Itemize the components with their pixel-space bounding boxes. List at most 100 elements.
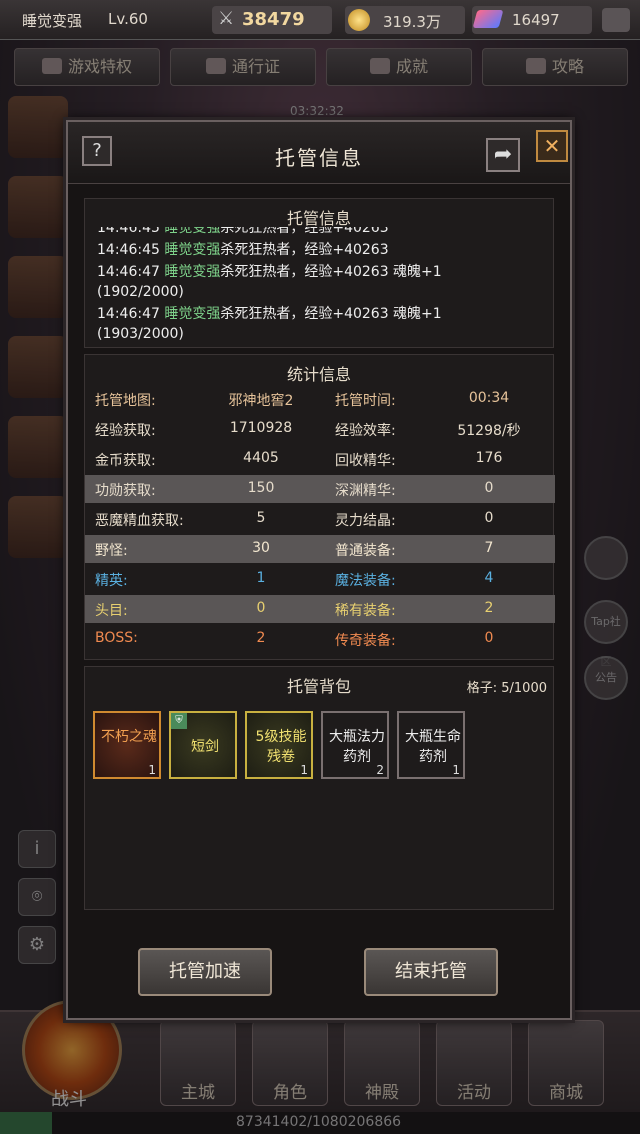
top-bar: 睡觉变强 Lv.60 ⚔ 38479 319.3万 16497 xyxy=(0,0,640,40)
stats-right-value: 51298/秒 xyxy=(457,423,521,439)
shield-icon: ⛨ xyxy=(171,713,187,729)
log-player-name: 睡觉变强 xyxy=(164,242,221,258)
stats-right-value: 2 xyxy=(484,600,494,616)
stats-left-value: 邪神地窖2 xyxy=(228,393,294,409)
close-button[interactable]: ✕ xyxy=(536,130,568,162)
power-display: ⚔ 38479 xyxy=(212,6,332,34)
bag-item-name: 不朽之魂 xyxy=(101,729,157,745)
bag-panel: 托管背包 格子: 5/1000 不朽之魂 1 ⛨ 短剑 5级技能残卷 1 大瓶法力药剂 2 大瓶… xyxy=(84,666,554,910)
bag-item-count: 1 xyxy=(300,763,308,777)
log-time: 14:46:45 xyxy=(97,242,160,258)
log-time: 14:46:47 xyxy=(97,264,160,280)
gold-coin-icon xyxy=(348,9,370,31)
stats-right-label: 普通装备: xyxy=(335,543,396,559)
stats-left-label: 金币获取: xyxy=(95,453,156,469)
log-text: 杀死狂热者，经验+40263 xyxy=(220,242,389,258)
stats-left-label: BOSS: xyxy=(95,630,138,646)
log-text: 杀死狂热者，经验+40263 魂魄+1 xyxy=(220,264,442,280)
bag-item-slot[interactable]: 5级技能残卷 1 xyxy=(245,711,313,779)
gem-icon xyxy=(472,10,504,28)
stats-right-value: 4 xyxy=(484,570,494,586)
stats-right-value: 0 xyxy=(484,480,494,496)
stats-panel: 统计信息 托管地图: 邪神地窖2 托管时间: 00:34 经验获取: 1710928 经验效… xyxy=(84,354,555,660)
stats-left-value: 0 xyxy=(256,600,266,616)
mail-icon[interactable] xyxy=(602,8,630,32)
stats-right-value: 00:34 xyxy=(468,390,510,406)
stats-right-value: 7 xyxy=(484,540,494,556)
bag-item-count: 2 xyxy=(376,763,384,777)
accelerate-button[interactable]: 托管加速 xyxy=(138,948,272,996)
bag-item-name: 短剑 xyxy=(191,739,219,755)
player-level: Lv.60 xyxy=(108,10,148,28)
stats-left-label: 恶魔精血获取: xyxy=(95,513,184,529)
bag-item-name: 5级技能残卷 xyxy=(255,729,307,765)
share-icon[interactable]: ➦ xyxy=(486,138,520,172)
log-entry: 14:46:47 睡觉变强杀死狂热者，经验+40263 魂魄+1 xyxy=(97,304,442,324)
gem-display[interactable]: 16497 xyxy=(472,6,592,34)
stats-left-label: 功勋获取: xyxy=(95,483,156,499)
stats-right-value: 176 xyxy=(475,450,503,466)
log-player-name: 睡觉变强 xyxy=(164,264,221,280)
log-text: 杀死狂热者，经验+40263 xyxy=(220,227,389,236)
player-name[interactable]: 睡觉变强 xyxy=(22,10,82,31)
stats-right-label: 魔法装备: xyxy=(335,573,396,589)
stats-left-value: 4405 xyxy=(243,450,279,466)
gold-value: 319.3万 xyxy=(383,13,441,31)
bag-item-slot[interactable]: 大瓶法力药剂 2 xyxy=(321,711,389,779)
stats-left-value: 150 xyxy=(247,480,275,496)
end-auto-button[interactable]: 结束托管 xyxy=(364,948,498,996)
stats-row: 头目: 0 稀有装备: 2 xyxy=(85,595,555,623)
stats-left-value: 2 xyxy=(256,630,266,646)
log-extra: (1903/2000) xyxy=(97,326,184,342)
log-entry: 14:46:45 睡觉变强杀死狂热者，经验+40263 xyxy=(97,227,389,238)
stats-row: 经验获取: 1710928 经验效率: 51298/秒 xyxy=(85,415,555,443)
bag-item-count: 1 xyxy=(148,763,156,777)
stats-right-label: 托管时间: xyxy=(335,393,396,409)
log-player-name: 睡觉变强 xyxy=(164,227,221,236)
stats-left-label: 精英: xyxy=(95,573,128,589)
stats-left-value: 5 xyxy=(256,510,266,526)
modal-header: ? 托管信息 ➦ ✕ xyxy=(68,122,570,184)
stats-right-label: 稀有装备: xyxy=(335,603,396,619)
stats-right-label: 深渊精华: xyxy=(335,483,396,499)
stats-row: 功勋获取: 150 深渊精华: 0 xyxy=(85,475,555,503)
log-time: 14:46:45 xyxy=(97,227,160,236)
battle-log[interactable]: 14:46:45 睡觉变强杀死狂热者，经验+40263 14:46:45 睡觉变强… xyxy=(97,227,547,347)
gold-display[interactable]: 319.3万 xyxy=(345,6,465,34)
bag-item-slot[interactable]: ⛨ 短剑 xyxy=(169,711,237,779)
log-player-name: 睡觉变强 xyxy=(164,306,221,322)
power-value: 38479 xyxy=(242,9,305,30)
bag-item-slot[interactable]: 不朽之魂 1 xyxy=(93,711,161,779)
log-time: 14:46:47 xyxy=(97,306,160,322)
stats-right-value: 0 xyxy=(484,510,494,526)
log-title: 托管信息 xyxy=(286,209,351,228)
stats-right-label: 回收精华: xyxy=(335,453,396,469)
log-entry: 14:46:45 睡觉变强杀死狂热者，经验+40263 xyxy=(97,240,389,260)
stats-row: BOSS: 2 传奇装备: 0 xyxy=(85,625,555,653)
stats-left-value: 1710928 xyxy=(229,420,293,436)
stats-left-value: 30 xyxy=(252,540,270,556)
stats-row: 恶魔精血获取: 5 灵力结晶: 0 xyxy=(85,505,555,533)
stats-right-label: 灵力结晶: xyxy=(335,513,396,529)
stats-left-label: 野怪: xyxy=(95,543,128,559)
bag-capacity: 格子: 5/1000 xyxy=(466,681,547,696)
auto-battle-modal: ? 托管信息 ➦ ✕ 托管信息 14:46:45 睡觉变强杀死狂热者，经验+40… xyxy=(66,120,572,1020)
stats-row: 金币获取: 4405 回收精华: 176 xyxy=(85,445,555,473)
gem-value: 16497 xyxy=(512,11,560,29)
bag-item-count: 1 xyxy=(452,763,460,777)
stats-row: 野怪: 30 普通装备: 7 xyxy=(85,535,555,563)
stats-left-value: 1 xyxy=(256,570,266,586)
log-extra: (1902/2000) xyxy=(97,284,184,300)
stats-right-label: 传奇装备: xyxy=(335,633,396,649)
swords-icon: ⚔ xyxy=(218,8,235,29)
bag-item-name: 大瓶生命药剂 xyxy=(405,729,461,765)
log-entry: 14:46:47 睡觉变强杀死狂热者，经验+40263 魂魄+1 xyxy=(97,262,442,282)
stats-left-label: 经验获取: xyxy=(95,423,156,439)
bag-item-slot[interactable]: 大瓶生命药剂 1 xyxy=(397,711,465,779)
log-text: 杀死狂热者，经验+40263 魂魄+1 xyxy=(220,306,442,322)
stats-row: 托管地图: 邪神地窖2 托管时间: 00:34 xyxy=(85,385,555,413)
stats-left-label: 托管地图: xyxy=(95,393,156,409)
stats-title: 统计信息 xyxy=(286,365,351,384)
log-panel: 托管信息 14:46:45 睡觉变强杀死狂热者，经验+40263 14:46:45… xyxy=(84,198,554,348)
stats-right-label: 经验效率: xyxy=(335,423,396,439)
